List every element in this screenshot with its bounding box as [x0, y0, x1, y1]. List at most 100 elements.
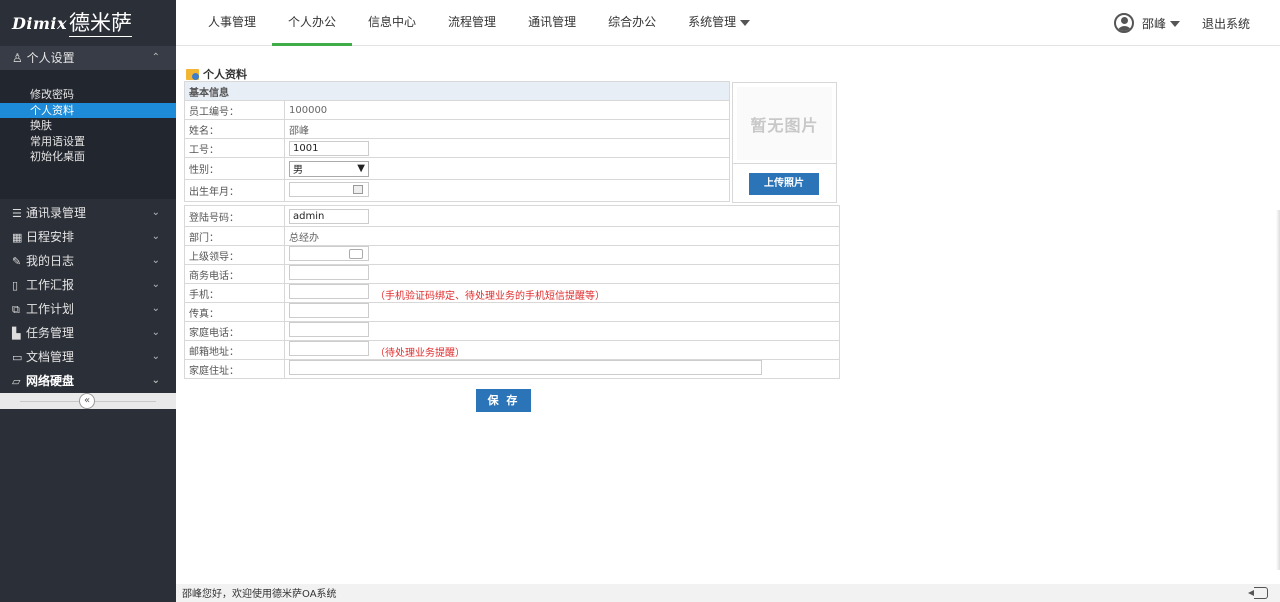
scrollbar[interactable]: [1276, 210, 1280, 570]
chevron-down-icon: ⌄: [151, 375, 160, 386]
logo-brand: Dimix: [12, 13, 67, 33]
chevron-down-icon: ⌄: [151, 255, 160, 266]
welcome-text: 邵峰您好，欢迎使用德米萨OA系统: [182, 589, 337, 600]
task-icon: ▙: [12, 327, 21, 340]
leader-input[interactable]: [289, 246, 369, 261]
biz-phone-label: 商务电话：: [184, 264, 285, 284]
mobile-note: （手机验证码绑定、待处理业务的手机短信提醒等）: [375, 291, 605, 302]
menu-label: 通讯录管理: [26, 206, 87, 220]
home-phone-input[interactable]: [289, 322, 369, 337]
chevron-down-icon: ⌄: [151, 207, 160, 218]
page-title: 个人资料: [186, 66, 247, 82]
plan-icon: ⧉: [12, 303, 20, 316]
nav-personal-office[interactable]: 个人办公: [272, 0, 353, 46]
top-bar: Dimix 德米萨 人事管理 个人办公 信息中心 流程管理 通讯管理 综合办公 …: [0, 0, 1280, 46]
sidebar-item-net-disk[interactable]: ▱ 网络硬盘 ⌄: [0, 369, 176, 393]
menu-label: 工作汇报: [26, 278, 75, 292]
biz-phone-input[interactable]: [289, 265, 369, 280]
sidebar-item-skin[interactable]: 换肤: [0, 118, 176, 134]
chevron-down-icon: ⌄: [151, 327, 160, 338]
nav-hr[interactable]: 人事管理: [192, 0, 272, 46]
chevron-down-icon: ⌄: [151, 303, 160, 314]
gender-label: 性别：: [184, 157, 285, 180]
nav-general-office[interactable]: 综合办公: [592, 0, 672, 46]
fax-input[interactable]: [289, 303, 369, 318]
emp-no-label: 员工编号：: [184, 100, 285, 120]
user-menu[interactable]: 邵峰: [1142, 15, 1180, 32]
sidebar-item-init-desktop[interactable]: 初始化桌面: [0, 149, 176, 165]
nav-general-office-label: 综合办公: [608, 15, 657, 29]
email-label: 邮箱地址：: [184, 340, 285, 360]
chevron-down-icon: ⌄: [151, 231, 160, 242]
footer: 邵峰您好，欢迎使用德米萨OA系统: [176, 584, 1280, 602]
nav-hr-label: 人事管理: [208, 15, 257, 29]
birth-label: 出生年月：: [184, 179, 285, 202]
logout-link[interactable]: 退出系统: [1202, 15, 1250, 32]
nav-system[interactable]: 系统管理: [672, 0, 766, 46]
home-phone-label: 家庭电话：: [184, 321, 285, 341]
sidebar-item-contacts[interactable]: ☰ 通讯录管理 ⌄: [0, 201, 176, 225]
fax-label: 传真：: [184, 302, 285, 322]
email-input[interactable]: [289, 341, 369, 356]
nav-workflow[interactable]: 流程管理: [432, 0, 512, 46]
menu-label: 任务管理: [26, 326, 75, 340]
nav-system-label: 系统管理: [688, 15, 737, 29]
logo-cn: 德米萨: [69, 10, 132, 37]
nav-communication-label: 通讯管理: [528, 15, 577, 29]
collapse-sidebar-button[interactable]: «: [79, 393, 95, 409]
address-input[interactable]: [289, 360, 762, 375]
document-icon: ▯: [12, 279, 19, 292]
calendar-icon[interactable]: [353, 184, 363, 194]
login-input[interactable]: admin: [289, 208, 369, 224]
sidebar-item-phrases[interactable]: 常用语设置: [0, 134, 176, 150]
nav-info-center[interactable]: 信息中心: [352, 0, 432, 46]
photo-box: 暂无图片 上传照片: [732, 82, 837, 203]
group-title-text: 个人设置: [26, 51, 75, 65]
gender-value: 男: [293, 165, 303, 176]
leader-label: 上级领导：: [184, 245, 285, 265]
user-settings-icon: ♙: [12, 51, 23, 65]
folder-open-icon: ▱: [12, 375, 21, 388]
work-no-input[interactable]: 1001: [289, 140, 369, 156]
menu-label: 网络硬盘: [26, 374, 75, 388]
sidebar-item-diary[interactable]: ✎ 我的日志 ⌄: [0, 249, 176, 273]
sidebar-item-tasks[interactable]: ▙ 任务管理 ⌄: [0, 321, 176, 345]
gender-select[interactable]: 男 ▼: [289, 160, 369, 177]
user-folder-icon: [186, 68, 199, 80]
work-no-label: 工号：: [184, 138, 285, 158]
nav-communication[interactable]: 通讯管理: [512, 0, 592, 46]
group-title: ♙ 个人设置: [12, 46, 75, 70]
sidebar-item-documents[interactable]: ▭ 文档管理 ⌄: [0, 345, 176, 369]
dept-value: 总经办: [284, 226, 840, 246]
select-user-icon[interactable]: [349, 249, 363, 259]
pencil-icon: ✎: [12, 255, 22, 268]
chevron-up-icon: ⌃: [151, 52, 160, 63]
folder-icon: ▭: [12, 351, 23, 364]
dept-label: 部门：: [184, 226, 285, 246]
back-icon[interactable]: [1248, 587, 1268, 599]
user-area: 邵峰 退出系统: [1113, 0, 1250, 46]
menu-label: 工作计划: [26, 302, 75, 316]
nav-info-center-label: 信息中心: [368, 15, 417, 29]
sidebar-item-schedule[interactable]: ▦ 日程安排 ⌄: [0, 225, 176, 249]
sidebar-item-work-report[interactable]: ▯ 工作汇报 ⌄: [0, 273, 176, 297]
sidebar-item-change-password[interactable]: 修改密码: [0, 87, 176, 103]
logo[interactable]: Dimix 德米萨: [0, 0, 176, 46]
mobile-input[interactable]: [289, 284, 369, 299]
upload-photo-button[interactable]: 上传照片: [749, 173, 819, 195]
avatar-icon[interactable]: [1113, 13, 1134, 33]
birth-input[interactable]: [289, 181, 369, 197]
menu-label: 我的日志: [26, 254, 75, 268]
name-label: 姓名：: [184, 119, 285, 139]
sidebar-sub-list: 修改密码 个人资料 换肤 常用语设置 初始化桌面: [0, 70, 176, 199]
user-name: 邵峰: [1141, 16, 1166, 31]
sidebar-group-personal-settings[interactable]: ♙ 个人设置 ⌃: [0, 46, 176, 70]
nav-workflow-label: 流程管理: [448, 15, 497, 29]
main-nav: 人事管理 个人办公 信息中心 流程管理 通讯管理 综合办公 系统管理: [192, 0, 766, 46]
chevron-down-icon: [740, 19, 751, 26]
main-content: 个人资料 基本信息 员工编号： 100000 姓名： 邵峰 工号： 1001 性别：男…: [176, 46, 1280, 584]
sidebar-item-profile[interactable]: 个人资料: [0, 102, 176, 118]
photo-placeholder: 暂无图片: [737, 87, 832, 160]
save-button[interactable]: 保 存: [476, 389, 531, 412]
sidebar-item-work-plan[interactable]: ⧉ 工作计划 ⌄: [0, 297, 176, 321]
